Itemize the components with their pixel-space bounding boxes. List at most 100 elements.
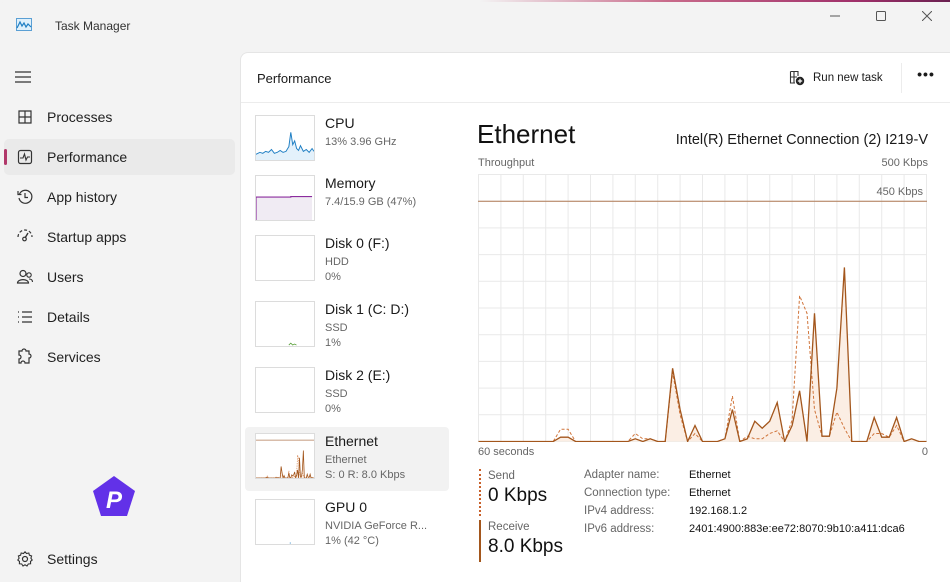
device-name: Disk 2 (E:) xyxy=(325,367,391,383)
sidebar-item-processes[interactable]: Processes xyxy=(4,99,235,135)
processes-grid-icon xyxy=(18,110,32,124)
list-details-icon xyxy=(18,311,32,323)
sidebar-item-services[interactable]: Services xyxy=(4,339,235,375)
sidebar-item-label: Details xyxy=(47,309,90,325)
receive-label: Receive xyxy=(488,521,530,533)
property-row: IPv4 address: 192.168.1.2 xyxy=(584,505,905,523)
adapter-properties: Adapter name: Ethernet Connection type: … xyxy=(584,469,905,541)
chart-grid xyxy=(478,174,927,442)
more-options-button[interactable]: ••• xyxy=(913,67,939,89)
device-type: SSD xyxy=(325,322,348,334)
property-key: IPv6 address: xyxy=(584,523,655,535)
property-value: 2401:4900:883e:ee72:8070:9b10:a411:dca6 xyxy=(689,523,905,535)
maximize-icon xyxy=(876,11,886,21)
sidebar-item-label: Startup apps xyxy=(47,229,127,245)
device-disk-1[interactable]: Disk 1 (C: D:) SSD 1% xyxy=(245,295,449,359)
y-axis-max-label: 500 Kbps xyxy=(881,157,928,169)
device-stat: 13% 3.96 GHz xyxy=(325,136,397,148)
sidebar-item-settings[interactable]: Settings xyxy=(4,541,235,577)
page-title: Performance xyxy=(257,71,332,86)
sidebar-item-label: Processes xyxy=(47,109,113,125)
run-new-task-label: Run new task xyxy=(813,72,883,84)
ethernet-thumbnail-graph xyxy=(255,433,315,479)
history-clock-icon xyxy=(17,189,33,204)
sidebar-item-label: App history xyxy=(47,189,118,205)
throughput-chart: 450 Kbps xyxy=(478,174,927,442)
property-row: Connection type: Ethernet xyxy=(584,487,905,505)
property-row: IPv6 address: 2401:4900:883e:ee72:8070:9… xyxy=(584,523,905,541)
thumb-receive-area xyxy=(256,450,314,478)
device-usage: 1% xyxy=(325,337,341,349)
sidebar-item-users[interactable]: Users xyxy=(4,259,235,295)
device-ethernet[interactable]: Ethernet Ethernet S: 0 R: 8.0 Kbps xyxy=(245,427,449,491)
title-bar: Task Manager xyxy=(0,0,950,52)
run-new-task-button[interactable]: Run new task xyxy=(789,67,883,89)
disk1-thumbnail-graph xyxy=(255,301,315,347)
device-type: HDD xyxy=(325,256,349,268)
device-disk-2[interactable]: Disk 2 (E:) SSD 0% xyxy=(245,361,449,425)
device-name: Disk 1 (C: D:) xyxy=(325,301,409,317)
device-type: Ethernet xyxy=(325,454,367,466)
sidebar-item-app-history[interactable]: App history xyxy=(4,179,235,215)
device-name: Memory xyxy=(325,175,376,191)
sidebar-item-label: Settings xyxy=(47,551,98,567)
device-name: CPU xyxy=(325,115,355,131)
minimize-button[interactable] xyxy=(812,4,858,28)
receive-value: 8.0 Kbps xyxy=(488,536,563,557)
receive-stat: Receive 8.0 Kbps xyxy=(479,520,563,562)
close-icon xyxy=(922,11,932,21)
main-panel: Performance Run new task ••• CPU 13% 3.9… xyxy=(240,52,950,582)
hamburger-icon[interactable] xyxy=(14,70,32,84)
property-value: 192.168.1.2 xyxy=(689,505,748,517)
sidebar-item-startup-apps[interactable]: Startup apps xyxy=(4,219,235,255)
sidebar-item-label: Users xyxy=(47,269,84,285)
header-divider xyxy=(901,63,902,93)
device-name: Disk 0 (F:) xyxy=(325,235,390,251)
sidebar-item-label: Services xyxy=(47,349,101,365)
property-key: Connection type: xyxy=(584,487,671,499)
task-manager-window: Task Manager Processes Performance App h… xyxy=(0,0,950,582)
device-disk-0[interactable]: Disk 0 (F:) HDD 0% xyxy=(245,229,449,293)
sidebar-item-details[interactable]: Details xyxy=(4,299,235,335)
sidebar-item-performance[interactable]: Performance xyxy=(4,139,235,175)
property-key: IPv4 address: xyxy=(584,505,655,517)
gpu-thumbnail-graph xyxy=(255,499,315,545)
sidebar: Processes Performance App history Startu… xyxy=(0,52,240,582)
adapter-name-heading: Intel(R) Ethernet Connection (2) I219-V xyxy=(675,132,928,148)
device-usage: 0% xyxy=(325,403,341,415)
device-name: GPU 0 xyxy=(325,499,368,515)
property-key: Adapter name: xyxy=(584,469,660,481)
cpu-thumbnail-graph xyxy=(255,115,315,161)
speedometer-icon xyxy=(17,229,33,242)
reference-line-label: 450 Kbps xyxy=(877,186,924,198)
property-row: Adapter name: Ethernet xyxy=(584,469,905,487)
send-value: 0 Kbps xyxy=(488,485,548,506)
device-usage: 1% (42 °C) xyxy=(325,535,379,547)
services-puzzle-icon xyxy=(18,348,32,364)
memory-thumbnail-graph xyxy=(255,175,315,221)
send-label: Send xyxy=(488,470,515,482)
thumb-receive-line xyxy=(256,450,314,478)
settings-gear-icon xyxy=(17,550,33,567)
detail-title: Ethernet xyxy=(477,119,576,149)
device-gpu-0[interactable]: GPU 0 NVIDIA GeForce R... 1% (42 °C) xyxy=(245,493,449,557)
device-throughput: S: 0 R: 8.0 Kbps xyxy=(325,469,406,481)
device-memory[interactable]: Memory 7.4/15.9 GB (47%) xyxy=(245,169,449,233)
property-value: Ethernet xyxy=(689,469,731,481)
send-stat: Send 0 Kbps xyxy=(479,469,547,516)
window-title: Task Manager xyxy=(55,19,131,33)
watermark-logo: P xyxy=(93,476,135,516)
performance-pulse-icon xyxy=(17,149,33,165)
throughput-label: Throughput xyxy=(478,157,535,169)
device-stat: 7.4/15.9 GB (47%) xyxy=(325,196,417,208)
x-axis-right-label: 0 xyxy=(921,446,928,458)
property-value: Ethernet xyxy=(689,487,731,499)
run-task-icon xyxy=(789,70,805,86)
minimize-icon xyxy=(830,15,840,17)
disk2-thumbnail-graph xyxy=(255,367,315,413)
task-manager-app-icon xyxy=(16,18,32,31)
maximize-button[interactable] xyxy=(858,4,904,28)
svg-text:P: P xyxy=(106,487,123,514)
close-button[interactable] xyxy=(904,4,950,28)
device-cpu[interactable]: CPU 13% 3.96 GHz xyxy=(245,109,449,173)
